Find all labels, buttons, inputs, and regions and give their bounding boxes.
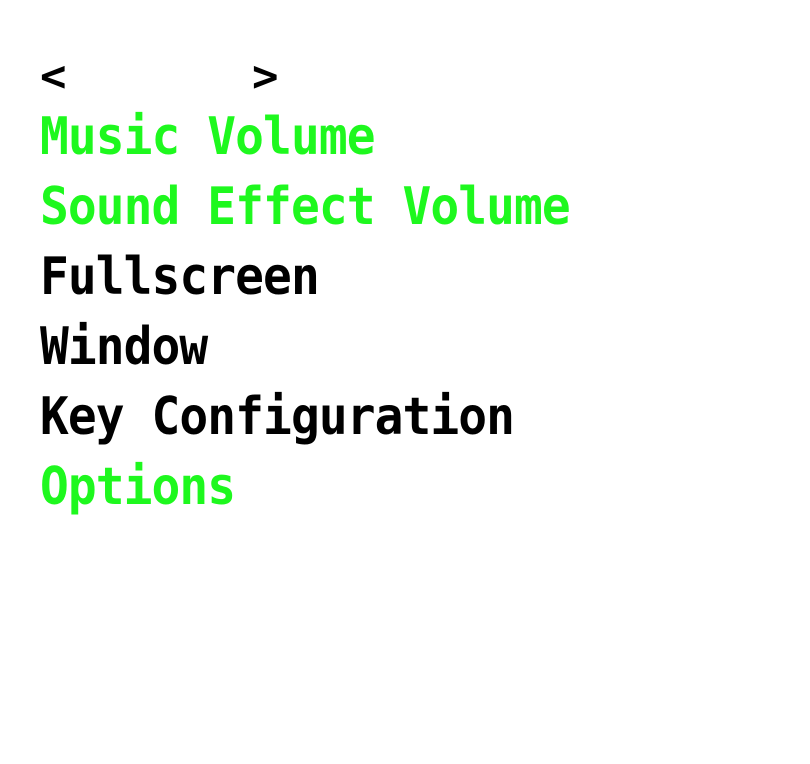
menu-item-key-configuration[interactable]: Key Configuration: [40, 382, 570, 452]
menu-item-options[interactable]: Options: [40, 452, 570, 522]
menu-item-fullscreen[interactable]: Fullscreen: [40, 242, 570, 312]
menu-item-sound-effect-volume[interactable]: Sound Effect Volume: [40, 172, 571, 242]
options-menu: < > Music Volume Sound Effect Volume Ful…: [40, 52, 616, 522]
right-arrow-icon[interactable]: >: [252, 52, 279, 102]
left-arrow-icon[interactable]: <: [40, 52, 67, 102]
value-selector: < >: [40, 52, 300, 102]
menu-item-music-volume[interactable]: Music Volume: [40, 102, 570, 172]
menu-item-window[interactable]: Window: [40, 312, 570, 382]
